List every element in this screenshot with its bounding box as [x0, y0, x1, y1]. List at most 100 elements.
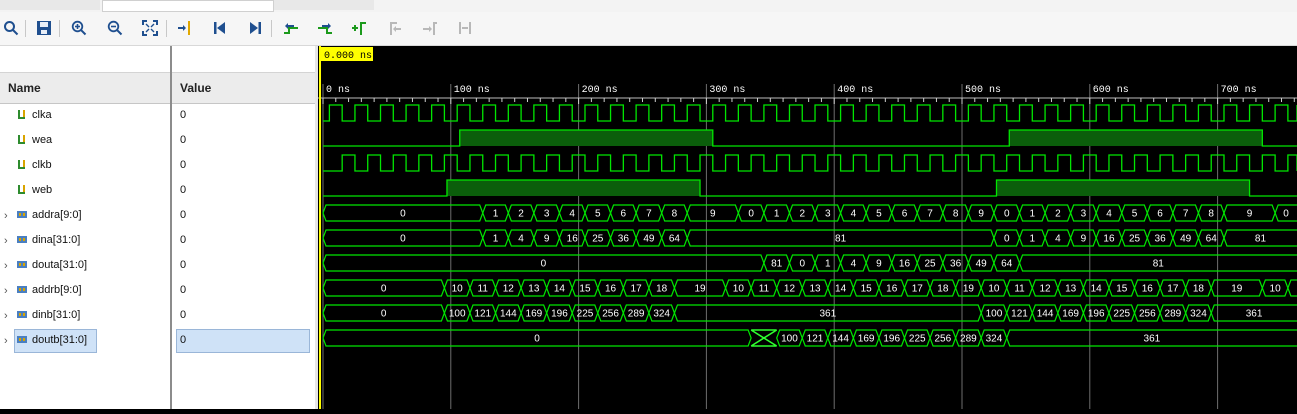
go-to-last-time-button[interactable] [244, 17, 266, 39]
bus-signal-icon [17, 336, 27, 343]
add-marker-button[interactable] [348, 17, 370, 39]
bit-signal-icon [18, 160, 25, 169]
zoom-in-icon [71, 20, 87, 36]
search-icon [4, 21, 19, 36]
zoom-out-button[interactable] [104, 17, 126, 39]
bus-value-label: 1 [825, 259, 831, 270]
bus-value-label: 0 [1004, 234, 1010, 245]
bus-value-label: 3 [1081, 209, 1087, 220]
bus-value-label: 17 [912, 284, 924, 295]
next-transition-icon [318, 23, 332, 34]
signal-name: dina[31:0] [32, 234, 81, 246]
bus-value-label: 256 [602, 309, 619, 320]
bus-value-label: 36 [618, 234, 630, 245]
search-button[interactable] [0, 17, 22, 39]
time-ruler-label: 200 ns [582, 85, 618, 96]
next-marker-button[interactable] [419, 17, 441, 39]
signal-row-clkb[interactable]: clkb [0, 153, 170, 178]
signal-value: 0 [180, 259, 187, 271]
go-to-time-zero-icon [214, 22, 225, 34]
go-to-time-zero-button[interactable] [209, 17, 231, 39]
bus-value-label: 144 [500, 309, 517, 320]
waveform-canvas[interactable]: 0 ns 100 ns 200 ns 300 ns 400 ns 500 ns 600 ns… [318, 46, 1297, 409]
signal-row-addra[interactable]: › addra[9:0] [0, 203, 170, 228]
signal-high-fill [459, 130, 713, 146]
value-row[interactable]: 0 [172, 328, 315, 353]
name-column-header[interactable]: Name [0, 72, 170, 104]
bus-value-label: 10 [452, 284, 464, 295]
bus-value-label: 169 [858, 334, 875, 345]
bus-value-label: 5 [595, 209, 601, 220]
tab-inactive[interactable] [274, 0, 374, 10]
toolbar-separator [25, 20, 26, 37]
signal-row-dina[interactable]: › dina[31:0] [0, 228, 170, 253]
bus-value-label: 13 [1065, 284, 1077, 295]
expand-chevron-icon[interactable]: › [4, 253, 12, 278]
bus-value-label: 25 [592, 234, 604, 245]
zoom-fit-button[interactable] [139, 17, 161, 39]
bus-signal-icon [17, 311, 27, 318]
bus-value-label: 25 [1129, 234, 1141, 245]
value-row[interactable]: 0 [172, 303, 315, 328]
value-row[interactable]: 0 [172, 228, 315, 253]
signal-row-dinb[interactable]: › dinb[31:0] [0, 303, 170, 328]
signal-row-douta[interactable]: › douta[31:0] [0, 253, 170, 278]
bus-value-label: 16 [1142, 284, 1154, 295]
expand-chevron-icon[interactable]: › [4, 203, 12, 228]
value-row[interactable]: 0 [172, 103, 315, 128]
tab-inactive[interactable] [0, 0, 100, 10]
previous-transition-button[interactable] [280, 17, 302, 39]
signal-row-clka[interactable]: clka [0, 103, 170, 128]
value-row[interactable]: 0 [172, 203, 315, 228]
signal-row-wea[interactable]: wea [0, 128, 170, 153]
bus-value-label: 13 [809, 284, 821, 295]
previous-marker-icon [390, 22, 401, 35]
bus-value-label: 15 [579, 284, 591, 295]
bus-value-label: 0 [400, 234, 406, 245]
signal-row-web[interactable]: web [0, 178, 170, 203]
bus-value-label: 196 [883, 334, 900, 345]
value-column-header[interactable]: Value [172, 72, 315, 104]
next-transition-button[interactable] [314, 17, 336, 39]
bus-value-label: 10 [988, 284, 1000, 295]
bus-value-label: 11 [478, 284, 489, 295]
bus-value-label: 7 [646, 209, 652, 220]
tab-active[interactable] [102, 0, 274, 12]
bus-value-label: 49 [976, 259, 988, 270]
bus-value-label: 12 [784, 284, 796, 295]
bus-value-label: 8 [1208, 209, 1214, 220]
signal-row-addrb[interactable]: › addrb[9:0] [0, 278, 170, 303]
bus-value-label: 2 [1055, 209, 1061, 220]
expand-chevron-icon[interactable]: › [4, 303, 12, 328]
bus-value-label: 3 [825, 209, 831, 220]
bus-value-label: 19 [1231, 284, 1243, 295]
bus-value-segment [1287, 279, 1297, 297]
expand-chevron-icon[interactable]: › [4, 328, 12, 353]
signal-name: clka [32, 109, 52, 121]
signal-row-doutb[interactable]: › doutb[31:0] [0, 328, 170, 353]
bus-value-label: 9 [978, 209, 984, 220]
value-row[interactable]: 0 [172, 253, 315, 278]
expand-chevron-icon[interactable]: › [4, 228, 12, 253]
bus-value-label: 9 [1247, 209, 1253, 220]
signal-high-fill [1009, 130, 1263, 146]
zoom-in-button[interactable] [68, 17, 90, 39]
go-to-cursor-button[interactable] [174, 17, 196, 39]
bus-value-label: 6 [902, 209, 908, 220]
value-row[interactable]: 0 [172, 128, 315, 153]
zoom-out-icon [107, 20, 123, 36]
bus-value-label: 1 [493, 234, 499, 245]
bus-signal-icon [17, 211, 27, 218]
go-to-last-time-icon [250, 22, 261, 34]
bus-value-label: 361 [1144, 334, 1161, 345]
expand-chevron-icon[interactable]: › [4, 278, 12, 303]
swap-cursors-button[interactable] [454, 17, 476, 39]
previous-marker-button[interactable] [384, 17, 406, 39]
bus-value-label: 324 [1190, 309, 1207, 320]
value-row[interactable]: 0 [172, 153, 315, 178]
signal-name: addra[9:0] [32, 209, 82, 221]
signal-value: 0 [180, 184, 187, 196]
save-button[interactable] [33, 17, 55, 39]
value-row[interactable]: 0 [172, 178, 315, 203]
value-row[interactable]: 0 [172, 278, 315, 303]
